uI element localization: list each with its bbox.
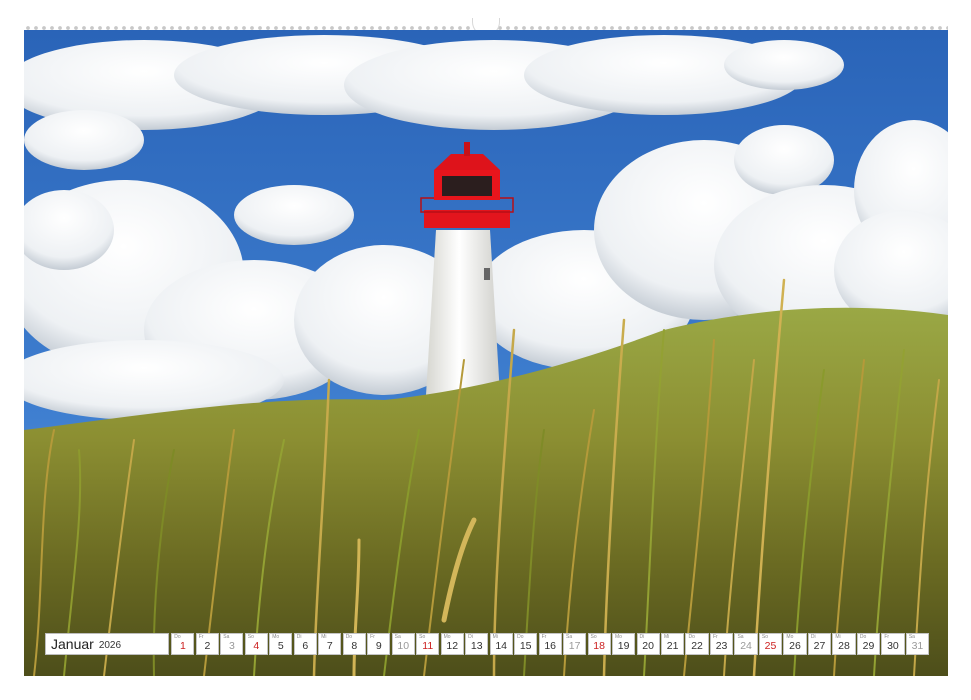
day-number: 12 [446,640,459,652]
day-cell: Di 13 [465,633,489,655]
day-number: 18 [593,640,605,652]
day-number: 17 [568,640,581,652]
day-cell: Do 29 [856,633,881,655]
day-number: 13 [470,640,483,652]
day-cell: Fr 23 [709,633,734,655]
day-number: 24 [740,640,752,652]
day-number: 9 [375,640,382,652]
month-calendar-strip: Januar 2026 Do 1 Fr 2 Sa 3 So 4 Mo 5 Di 6 Mi 7 Do 8 Fr 9 S… [45,633,930,655]
day-cell: Fr 16 [538,633,562,655]
day-number: 15 [519,640,532,652]
day-number: 16 [544,640,556,652]
day-cell: So 18 [587,633,611,655]
day-number: 23 [715,640,728,652]
day-cell: Di 6 [293,633,317,655]
day-number: 19 [617,640,630,652]
day-cell: Fr 30 [881,633,905,655]
day-number: 25 [764,640,777,652]
day-number: 20 [642,640,654,652]
day-number: 27 [813,640,826,652]
calendar-page: Januar 2026 Do 1 Fr 2 Sa 3 So 4 Mo 5 Di 6 Mi 7 Do 8 Fr 9 S… [0,0,971,700]
day-cell: Do 22 [685,633,709,655]
day-number: 10 [397,640,410,652]
day-number: 8 [351,640,358,652]
month-name: Januar [51,636,94,652]
day-number: 6 [302,640,309,652]
day-number: 30 [887,640,899,652]
day-cell: Sa 31 [905,633,930,655]
day-cells: Do 1 Fr 2 Sa 3 So 4 Mo 5 Di 6 Mi 7 Do 8 Fr 9 Sa 10 So 11 Mo 12 D… [170,633,930,655]
day-cell: Fr 9 [367,633,391,655]
day-cell: Mo 12 [440,633,464,655]
day-number: 29 [862,640,875,652]
day-cell: Mo 26 [783,633,807,655]
day-cell: Fr 2 [195,633,219,655]
day-cell: Do 15 [514,633,538,655]
day-number: 14 [495,640,508,652]
day-cell: Sa 24 [734,633,758,655]
day-cell: Mi 21 [660,633,685,655]
day-number: 22 [691,640,703,652]
day-number: 31 [911,640,924,652]
day-cell: Mo 5 [269,633,293,655]
day-cell: So 4 [244,633,268,655]
day-cell: Mi 14 [489,633,513,655]
day-cell: Di 27 [807,633,832,655]
day-cell: Mi 7 [318,633,342,655]
day-cell: Sa 3 [220,633,244,655]
day-cell: Mo 19 [612,633,636,655]
day-number: 2 [204,640,211,652]
day-cell: Do 1 [171,633,195,655]
day-cell: Sa 10 [391,633,415,655]
day-number: 5 [277,640,284,652]
day-cell: Do 8 [342,633,366,655]
day-number: 3 [228,640,235,652]
month-label-cell: Januar 2026 [45,633,169,655]
day-cell: So 11 [416,633,440,655]
day-cell: Di 20 [636,633,660,655]
day-cell: Sa 17 [563,633,587,655]
day-cell: So 25 [758,633,783,655]
day-number: 28 [838,640,850,652]
lighthouse-photo [24,30,948,676]
month-year: 2026 [98,639,122,651]
day-number: 4 [253,640,260,652]
day-cell: Mi 28 [832,633,856,655]
day-number: 21 [666,640,679,652]
day-number: 26 [789,640,801,652]
day-number: 1 [179,640,186,652]
day-number: 7 [326,640,333,652]
day-number: 11 [422,640,434,652]
